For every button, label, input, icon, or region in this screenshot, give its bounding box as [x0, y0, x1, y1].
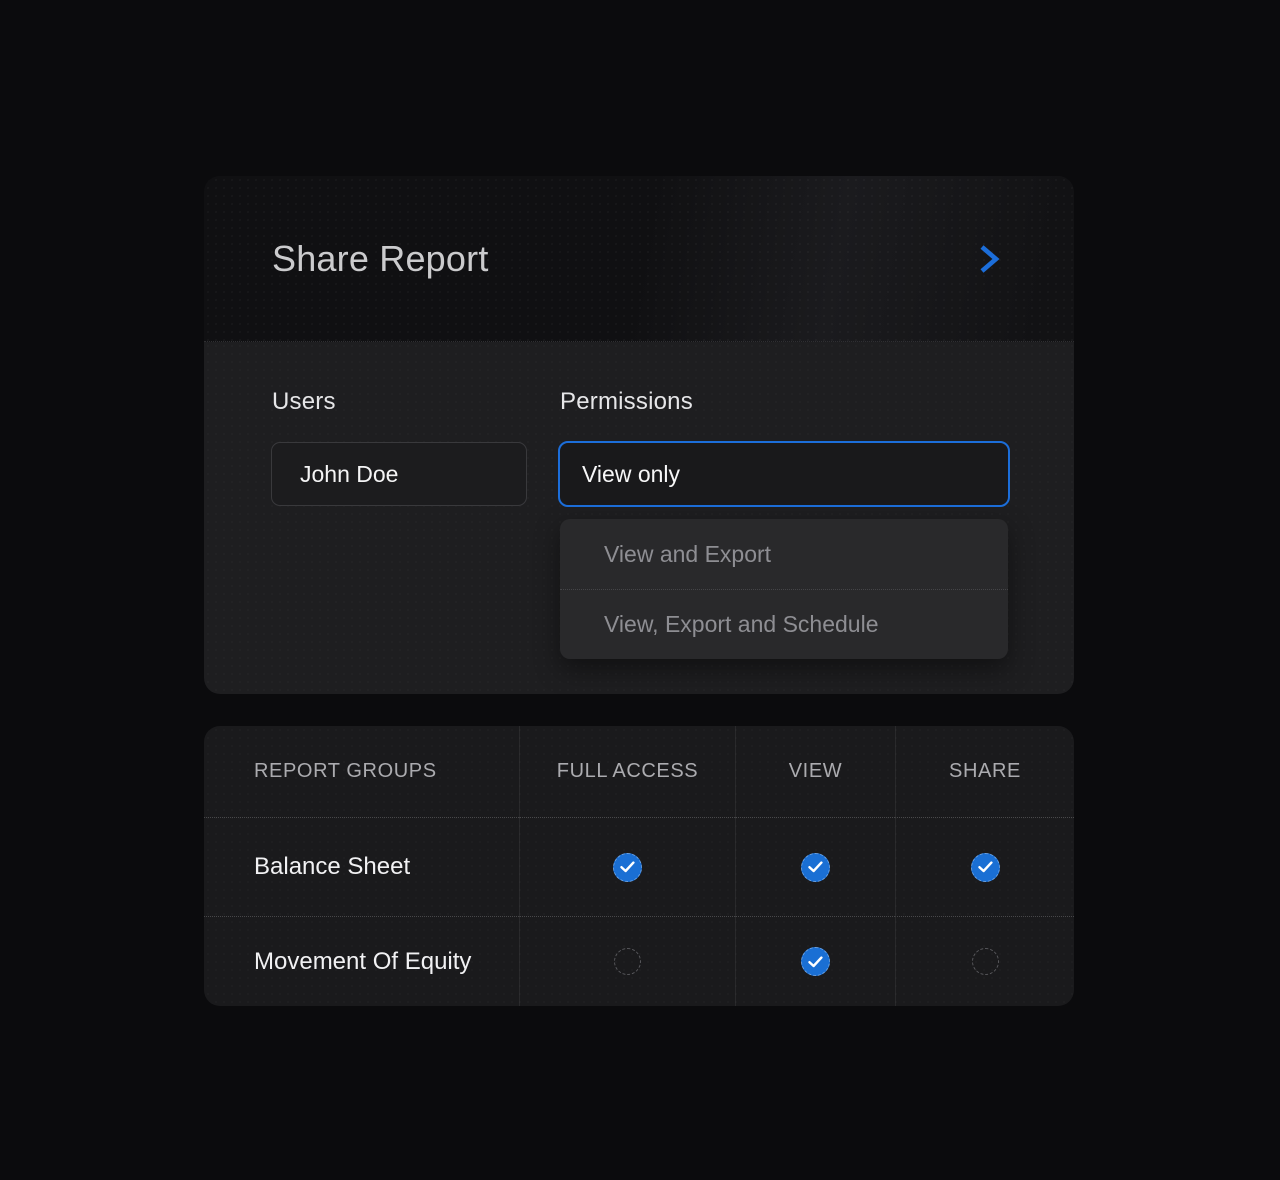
permissions-label: Permissions	[560, 388, 693, 416]
dropdown-option-view-export-schedule[interactable]: View, Export and Schedule	[560, 589, 1008, 659]
checkbox-balance-sheet-full-access[interactable]	[613, 853, 642, 882]
table-row-movement-of-equity-label: Movement Of Equity	[204, 916, 519, 1006]
share-report-card: Share Report Users Permissions View only…	[204, 176, 1074, 694]
checkbox-balance-sheet-view[interactable]	[801, 853, 830, 882]
users-input[interactable]	[271, 442, 527, 506]
page-title: Share Report	[272, 238, 489, 280]
column-header-full-access: FULL ACCESS	[519, 726, 735, 817]
table-cell	[895, 817, 1074, 916]
share-report-body: Users Permissions View only View and Exp…	[204, 342, 1074, 694]
table-row-balance-sheet-label: Balance Sheet	[204, 817, 519, 916]
users-label: Users	[272, 388, 336, 416]
table-cell	[735, 817, 895, 916]
table-cell	[519, 916, 735, 1006]
share-report-header: Share Report	[204, 176, 1074, 342]
check-icon	[808, 861, 823, 873]
column-header-report-groups: REPORT GROUPS	[204, 726, 519, 817]
permissions-selected-value: View only	[582, 461, 680, 488]
column-header-view: VIEW	[735, 726, 895, 817]
chevron-right-icon	[977, 243, 1001, 275]
checkbox-movement-of-equity-share[interactable]	[972, 948, 999, 975]
table-cell	[895, 916, 1074, 1006]
checkbox-movement-of-equity-full-access[interactable]	[614, 948, 641, 975]
check-icon	[808, 956, 823, 968]
table-cell	[735, 916, 895, 1006]
expand-chevron-button[interactable]	[974, 241, 1004, 277]
permissions-select[interactable]: View only	[558, 441, 1010, 507]
column-header-share: SHARE	[895, 726, 1074, 817]
checkbox-movement-of-equity-view[interactable]	[801, 947, 830, 976]
permissions-dropdown: View and Export View, Export and Schedul…	[560, 519, 1008, 659]
check-icon	[978, 861, 993, 873]
report-groups-table: REPORT GROUPS FULL ACCESS VIEW SHARE Bal…	[204, 726, 1074, 1006]
table-cell	[519, 817, 735, 916]
dropdown-option-view-and-export[interactable]: View and Export	[560, 519, 1008, 589]
checkbox-balance-sheet-share[interactable]	[971, 853, 1000, 882]
check-icon	[620, 861, 635, 873]
